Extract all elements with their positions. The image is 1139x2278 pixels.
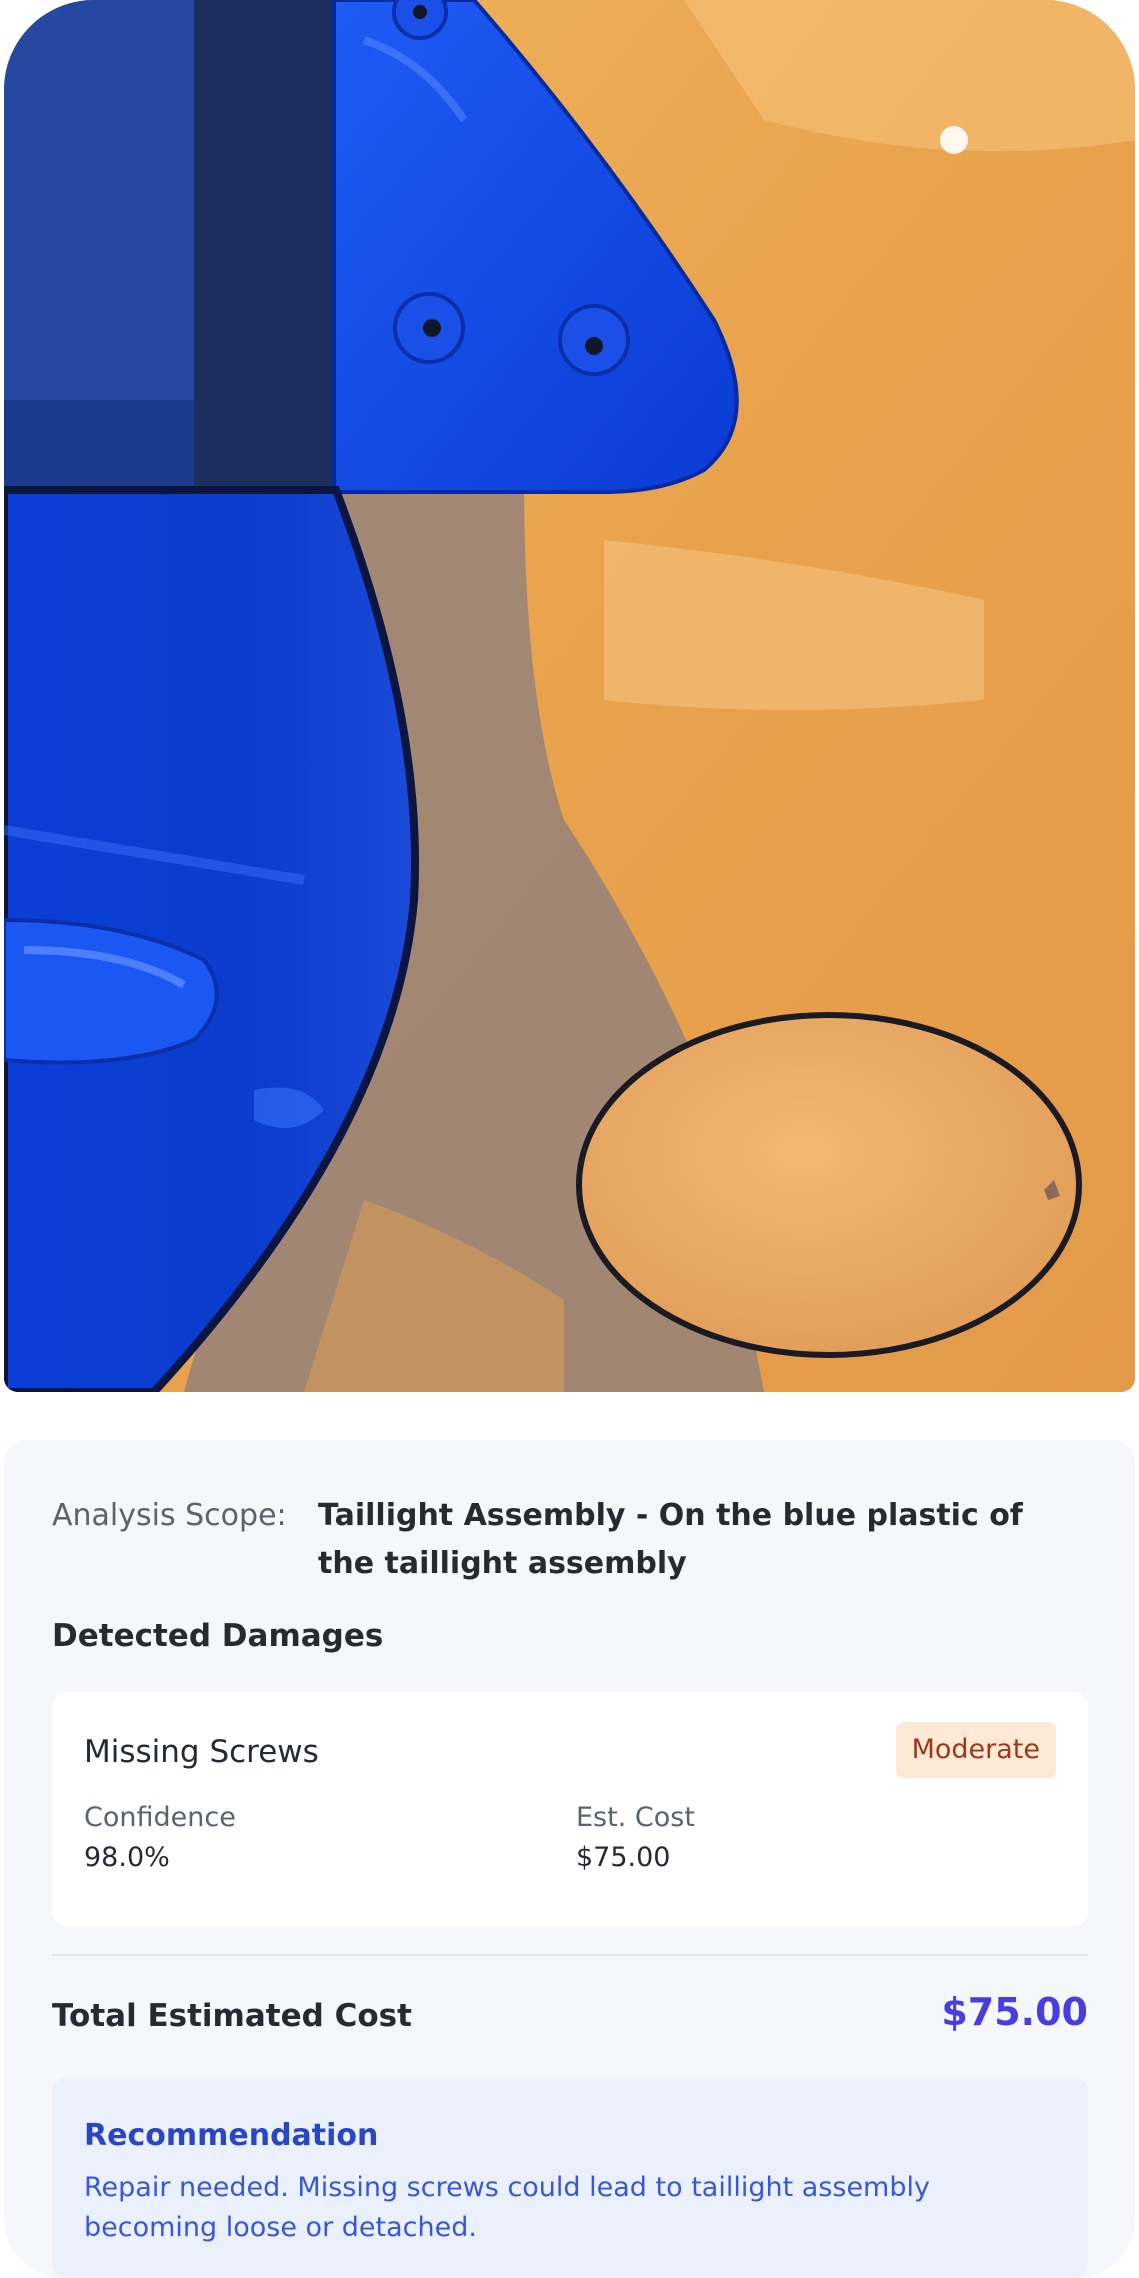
confidence-value: 98.0% [84, 1842, 170, 1873]
recommendation-title: Recommendation [84, 2118, 379, 2153]
estimated-cost-label: Est. Cost [576, 1802, 695, 1833]
confidence-metric: Confidence 98.0% [84, 1798, 236, 1878]
analysis-scope-value: Taillight Assembly - On the blue plastic… [318, 1498, 1023, 1581]
recommendation-box: Recommendation Repair needed. Missing sc… [52, 2078, 1088, 2278]
analysis-panel: Analysis Scope: Taillight Assembly - On … [4, 1440, 1135, 2278]
estimated-cost-metric: Est. Cost $75.00 [576, 1798, 695, 1878]
damage-card[interactable]: Missing Screws Moderate Confidence 98.0%… [52, 1692, 1088, 1926]
total-cost-value: $75.00 [941, 1990, 1088, 2034]
damage-photo [4, 0, 1135, 1392]
analysis-scope-row: Analysis Scope: Taillight Assembly - On … [52, 1492, 1092, 1588]
estimated-cost-value: $75.00 [576, 1842, 671, 1873]
detected-damages-title: Detected Damages [52, 1618, 384, 1654]
divider [52, 1954, 1088, 1956]
recommendation-text: Repair needed. Missing screws could lead… [84, 2172, 930, 2243]
damage-name: Missing Screws [84, 1734, 319, 1770]
severity-badge: Moderate [895, 1722, 1056, 1778]
confidence-label: Confidence [84, 1802, 236, 1833]
total-cost-label: Total Estimated Cost [52, 1998, 412, 2034]
analysis-scope-label: Analysis Scope: [52, 1498, 287, 1533]
